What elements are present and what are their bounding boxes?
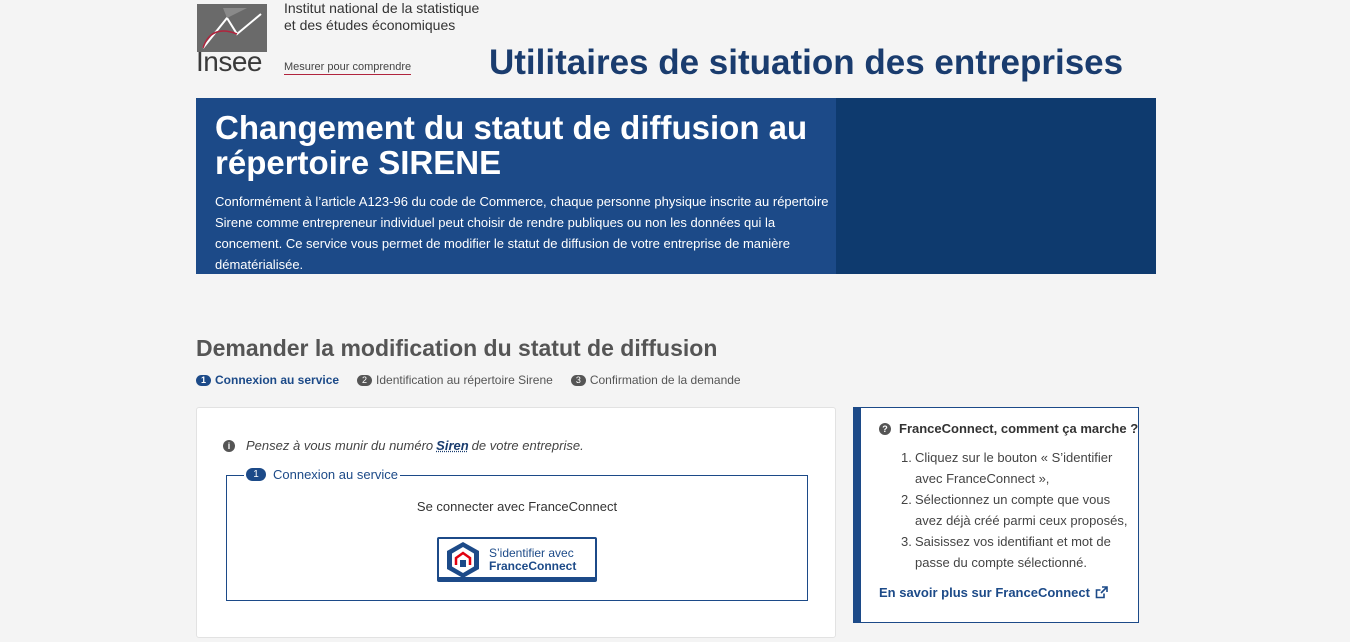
step-label: Connexion au service (215, 373, 340, 387)
list-item-text: Sélectionnez un compte que vous avez déj… (915, 492, 1128, 528)
list-item-text: Saisissez vos identifiant et mot de pass… (915, 534, 1111, 570)
info-icon: i (223, 439, 235, 452)
section-title: Demander la modification du statut de di… (196, 335, 718, 361)
franceconnect-button[interactable]: S’identifier avec FranceConnect (437, 537, 597, 582)
step-number: 2 (357, 374, 373, 386)
help-steps-list: 1. Cliquez sur le bouton « S’identifier … (901, 447, 1131, 573)
step-number: 3 (570, 374, 586, 386)
step-label: Confirmation de la demande (589, 373, 741, 387)
list-item-number: 3. (901, 534, 912, 549)
external-link-icon (1095, 586, 1108, 599)
step-3: 3 Confirmation de la demande (570, 373, 741, 387)
more-link-text: En savoir plus sur FranceConnect (879, 585, 1090, 600)
help-title: ? FranceConnect, comment ça marche ? (879, 421, 1138, 436)
list-item: 2. Sélectionnez un compte que vous avez … (901, 489, 1131, 531)
siren-term[interactable]: Siren (436, 438, 469, 453)
step-1: 1 Connexion au service (196, 373, 339, 387)
page-title: Changement du statut de diffusion au rép… (215, 109, 808, 181)
insee-logo-text[interactable]: Insee (196, 46, 263, 78)
siren-notice: i Pensez à vous munir du numéro Siren de… (223, 438, 584, 453)
notice-text-after: de votre entreprise. (471, 438, 584, 453)
franceconnect-button-label: S’identifier avec FranceConnect (489, 545, 577, 573)
franceconnect-more-link[interactable]: En savoir plus sur FranceConnect (879, 585, 1108, 600)
connect-text: Se connecter avec FranceConnect (416, 499, 618, 514)
insee-logo-icon[interactable] (197, 4, 267, 52)
list-item-number: 1. (901, 450, 912, 465)
step-number: 1 (196, 374, 211, 386)
banner-main-panel: Changement du statut de diffusion au rép… (196, 98, 836, 274)
page-intro: Conformément à l’article A123-96 du code… (215, 194, 829, 272)
step-2: 2 Identification au répertoire Sirene (357, 373, 553, 387)
step-label: Identification au répertoire Sirene (376, 373, 553, 387)
list-item: 3. Saisissez vos identifiant et mot de p… (901, 531, 1131, 573)
progress-steps: 1 Connexion au service 2 Identification … (196, 372, 759, 388)
institute-name-line1: Institut national de la statistique (284, 0, 480, 16)
help-title-text: FranceConnect, comment ça marche ? (899, 421, 1139, 436)
list-item-number: 2. (901, 492, 912, 507)
franceconnect-button-line1: S’identifier avec (489, 545, 574, 560)
motto: Mesurer pour comprendre (284, 61, 412, 75)
page-banner: Changement du statut de diffusion au rép… (196, 98, 1156, 274)
institute-name-line2: et des études économiques (284, 17, 456, 33)
notice-text-before: Pensez à vous munir du numéro (246, 438, 434, 453)
franceconnect-help-panel: ? FranceConnect, comment ça marche ? 1. … (853, 407, 1139, 623)
legend-step-number: 1 (246, 468, 266, 481)
connection-fieldset: 1 Connexion au service Se connecter avec… (226, 467, 808, 601)
question-icon: ? (879, 422, 891, 435)
connection-card: i Pensez à vous munir du numéro Siren de… (196, 407, 836, 638)
list-item: 1. Cliquez sur le bouton « S’identifier … (901, 447, 1131, 489)
franceconnect-button-line2: FranceConnect (489, 558, 577, 573)
site-title: Utilitaires de situation des entreprises (489, 43, 1124, 82)
fieldset-legend: 1 Connexion au service (244, 467, 401, 482)
site-header: Insee Institut national de la statistiqu… (0, 0, 1350, 98)
legend-label: Connexion au service (273, 467, 399, 482)
list-item-text: Cliquez sur le bouton « S’identifier ave… (915, 450, 1113, 486)
franceconnect-logo-icon (447, 541, 479, 578)
